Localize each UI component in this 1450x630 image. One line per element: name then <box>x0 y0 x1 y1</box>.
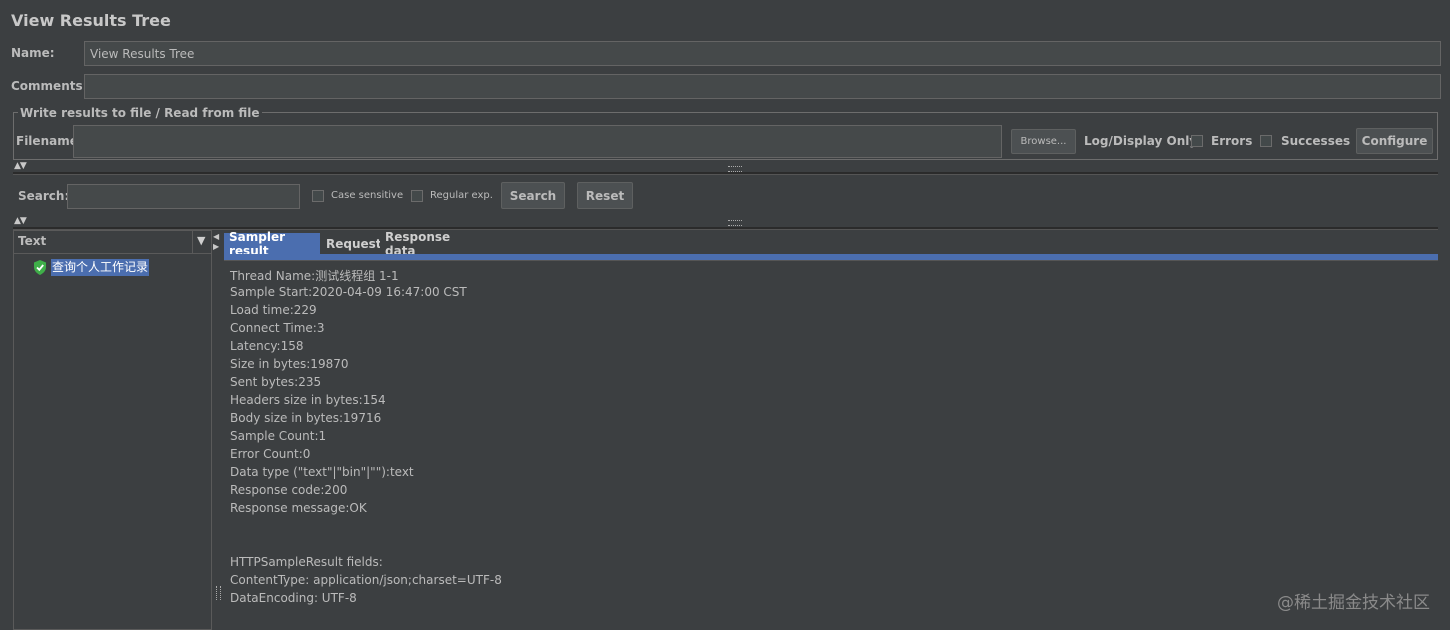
results-tree <box>13 230 212 630</box>
result-line: Load time:229 <box>230 303 317 317</box>
name-field[interactable]: View Results Tree <box>84 41 1441 66</box>
splitter-grip-icon-2[interactable] <box>728 220 742 226</box>
result-line: Error Count:0 <box>230 447 311 461</box>
tab-request[interactable]: Request <box>321 233 382 254</box>
success-shield-icon <box>34 260 46 275</box>
browse-button[interactable]: Browse... <box>1011 129 1076 154</box>
splitter-divider-2[interactable] <box>13 227 1438 230</box>
result-line: Size in bytes:19870 <box>230 357 349 371</box>
result-line: Headers size in bytes:154 <box>230 393 386 407</box>
case-sensitive-checkbox[interactable] <box>312 190 324 202</box>
chevron-down-icon[interactable]: ▼ <box>197 234 205 247</box>
log-display-label: Log/Display Only: <box>1084 134 1202 148</box>
result-line: Response code:200 <box>230 483 348 497</box>
successes-label: Successes <box>1281 134 1351 148</box>
regex-label: Regular exp. <box>430 190 493 201</box>
tree-item[interactable]: 查询个人工作记录 <box>14 258 211 277</box>
splitter-divider[interactable] <box>13 172 1438 175</box>
comments-field[interactable] <box>84 74 1441 99</box>
result-line: Thread Name:测试线程组 1-1 <box>230 269 399 283</box>
regex-checkbox[interactable] <box>411 190 423 202</box>
pane-inner-border <box>224 260 1438 261</box>
result-line: HTTPSampleResult fields: <box>230 555 383 569</box>
result-line: Sent bytes:235 <box>230 375 322 389</box>
reset-button[interactable]: Reset <box>577 182 633 209</box>
result-line: Latency:158 <box>230 339 304 353</box>
case-sensitive-label: Case sensitive <box>331 190 404 201</box>
tab-response-data[interactable]: Response data <box>380 230 474 258</box>
comments-label: Comments: <box>11 79 88 93</box>
name-value: View Results Tree <box>90 46 195 61</box>
configure-button[interactable]: Configure <box>1356 128 1433 154</box>
renderer-value: Text <box>18 234 47 248</box>
side-collapse-arrows-icon[interactable]: ◀ ▶ <box>213 232 222 252</box>
search-input[interactable] <box>67 184 300 209</box>
search-button[interactable]: Search <box>501 182 565 209</box>
watermark: @稀土掘金技术社区 <box>1277 593 1430 613</box>
name-label: Name: <box>11 46 55 60</box>
result-line: Sample Start:2020-04-09 16:47:00 CST <box>230 285 467 299</box>
result-line: Connect Time:3 <box>230 321 325 335</box>
result-line: Body size in bytes:19716 <box>230 411 382 425</box>
file-fieldset-legend: Write results to file / Read from file <box>18 106 262 120</box>
result-line: Response message:OK <box>230 501 367 515</box>
errors-label: Errors <box>1211 134 1253 148</box>
panel-title: View Results Tree <box>11 11 171 30</box>
filename-field[interactable] <box>73 125 1002 158</box>
collapse-arrows-icon[interactable]: ▲▼ <box>14 161 27 171</box>
collapse-arrows-icon-2[interactable]: ▲▼ <box>14 216 27 226</box>
select-separator <box>192 230 193 253</box>
result-line: Sample Count:1 <box>230 429 327 443</box>
filename-label: Filename <box>16 134 78 148</box>
vertical-grip-icon[interactable] <box>216 586 221 600</box>
errors-checkbox[interactable] <box>1191 135 1203 147</box>
tree-item-label: 查询个人工作记录 <box>51 259 150 276</box>
successes-checkbox[interactable] <box>1260 135 1272 147</box>
tab-sampler-result[interactable]: Sampler result <box>224 230 320 258</box>
search-label: Search: <box>18 189 70 203</box>
renderer-select[interactable]: Text ▼ <box>14 230 211 254</box>
result-line: DataEncoding: UTF-8 <box>230 591 357 605</box>
result-line: Data type ("text"|"bin"|""):text <box>230 465 414 479</box>
result-line: ContentType: application/json;charset=UT… <box>230 573 502 587</box>
